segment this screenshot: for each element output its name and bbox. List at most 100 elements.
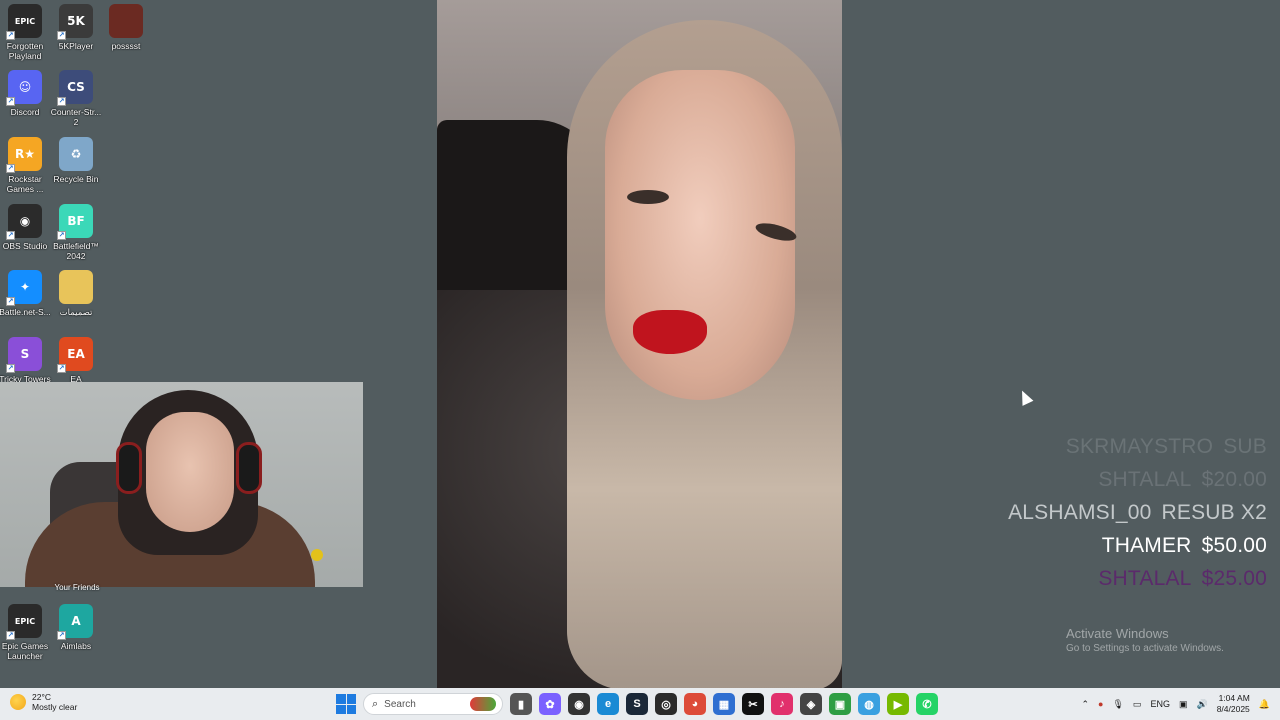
tiktok-icon[interactable]: ♪: [771, 693, 793, 715]
shortcut-arrow-icon: ↗: [57, 31, 66, 40]
edge-icon[interactable]: e: [597, 693, 619, 715]
alert-value: RESUB X2: [1161, 501, 1267, 524]
alert-row: SHTALAL $25.00: [1098, 562, 1267, 595]
status-dot: [311, 549, 323, 561]
5kplayer-icon: 5K ↗: [57, 4, 93, 40]
battlenet-icon: ✦ ↗: [6, 270, 42, 306]
tray-app-icon[interactable]: ●: [1098, 699, 1103, 709]
webcam-caption: Your Friends: [54, 583, 100, 592]
file-explorer-icon[interactable]: ▮: [510, 693, 532, 715]
copilot-icon[interactable]: ✿: [539, 693, 561, 715]
battlefield-icon: BF ↗: [57, 204, 93, 240]
aimlabs-icon: A ↗: [57, 604, 93, 640]
language-indicator[interactable]: ENG: [1150, 699, 1170, 709]
discord-icon: ☺ ↗: [6, 70, 42, 106]
clock[interactable]: 1:04 AM 8/4/2025: [1217, 693, 1250, 715]
activate-windows-watermark: Activate Windows Go to Settings to activ…: [1066, 626, 1224, 654]
tricky-towers-icon: S ↗: [6, 337, 42, 373]
rockstar-icon: R★ ↗: [6, 137, 42, 173]
shortcut-arrow-icon: ↗: [6, 31, 15, 40]
notification-bell-icon[interactable]: 🔔: [1259, 699, 1270, 710]
desktop-icon-label: Epic Games Launcher: [1, 641, 49, 661]
shortcut-arrow-icon: ↗: [57, 97, 66, 106]
weather-desc: Mostly clear: [32, 702, 78, 712]
desktop-icon-label: posssst: [111, 41, 141, 51]
desktop-icon-label: تصميمات: [59, 307, 93, 317]
desktop-icon-label: Rockstar Games ...: [6, 174, 44, 194]
microphone-icon[interactable]: 🎙: [1112, 699, 1123, 710]
alert-name: SHTALAL: [1098, 567, 1192, 590]
nvidia-icon[interactable]: ▶: [887, 693, 909, 715]
desktop-icon-label: Aimlabs: [60, 641, 92, 651]
image-file-icon: [109, 4, 143, 38]
monitor-icon[interactable]: ▭: [1133, 699, 1142, 710]
desktop-icon[interactable]: ♻ Recycle Bin: [45, 137, 107, 184]
shortcut-arrow-icon: ↗: [6, 297, 15, 306]
taskbar: 22°C Mostly clear ⌕ Search ▮ ✿ ◉ e S ◎ ◕ ▦ ✂ ♪ ◈ ▣ ◍…: [0, 688, 1280, 720]
desktop-icon-label: Counter-Str... 2: [50, 107, 102, 127]
alert-row: SHTALAL $20.00: [1098, 463, 1267, 496]
desktop-icon-label: OBS Studio: [2, 241, 48, 251]
game-icon[interactable]: ◈: [800, 693, 822, 715]
desktop-icon-label: Battlefield™ 2042: [53, 241, 99, 261]
weather-widget[interactable]: 22°C Mostly clear: [10, 692, 77, 712]
folder-icon: [59, 270, 93, 304]
shortcut-arrow-icon: ↗: [57, 364, 66, 373]
steam-icon[interactable]: S: [626, 693, 648, 715]
activate-title: Activate Windows: [1066, 626, 1169, 641]
store-icon[interactable]: ▦: [713, 693, 735, 715]
shortcut-arrow-icon: ↗: [6, 364, 15, 373]
network-icon[interactable]: ▣: [1179, 699, 1188, 710]
desktop-icon[interactable]: BF ↗ Battlefield™ 2042: [45, 204, 107, 261]
alert-value: $25.00: [1201, 567, 1267, 590]
desktop-icon-label: Recycle Bin: [53, 174, 99, 184]
greenapp-icon[interactable]: ▣: [829, 693, 851, 715]
portrait-image: [437, 0, 842, 688]
start-button[interactable]: [336, 694, 356, 714]
alert-row: SKRMAYSTRO SUB: [1066, 430, 1267, 463]
chrome-icon[interactable]: ◕: [684, 693, 706, 715]
desktop-icon[interactable]: تصميمات: [45, 270, 107, 317]
alert-name: ALSHAMSI_00: [1008, 501, 1152, 524]
moon-sun-icon: [10, 694, 26, 710]
obs-taskbar-icon[interactable]: ◉: [568, 693, 590, 715]
ea-icon: EA ↗: [57, 337, 93, 373]
clock-time: 1:04 AM: [1218, 693, 1250, 703]
capcut-icon[interactable]: ✂: [742, 693, 764, 715]
whatsapp-icon[interactable]: ✆: [916, 693, 938, 715]
search-highlight-icon: [470, 697, 496, 711]
system-tray: ⌃ ● 🎙 ▭ ENG ▣ 🔊 1:04 AM 8/4/2025 🔔: [1082, 688, 1271, 720]
alert-name: SHTALAL: [1098, 468, 1192, 491]
search-placeholder: Search: [384, 698, 416, 710]
alert-value: $50.00: [1201, 534, 1267, 557]
desktop-icon[interactable]: EA ↗ EA: [45, 337, 107, 384]
shortcut-arrow-icon: ↗: [6, 97, 15, 106]
desktop-icon[interactable]: CS ↗ Counter-Str... 2: [45, 70, 107, 127]
recycle-bin-icon: ♻: [59, 137, 93, 171]
desktop-icon[interactable]: A ↗ Aimlabs: [45, 604, 107, 651]
volume-icon[interactable]: 🔊: [1196, 699, 1207, 710]
obs-icon: ◉ ↗: [6, 204, 42, 240]
mouse-cursor: [1016, 388, 1034, 406]
alert-value: $20.00: [1201, 468, 1267, 491]
desktop-icon[interactable]: posssst: [95, 4, 157, 51]
counter-strike-icon: CS ↗: [57, 70, 93, 106]
taskbar-search[interactable]: ⌕ Search: [363, 693, 503, 715]
clock-date: 8/4/2025: [1216, 704, 1250, 714]
shortcut-arrow-icon: ↗: [6, 164, 15, 173]
search-icon: ⌕: [372, 697, 379, 710]
stream-alerts: SKRMAYSTRO SUB SHTALAL $20.00 ALSHAMSI_00 RES…: [1008, 430, 1267, 595]
alert-name: SKRMAYSTRO: [1065, 435, 1214, 458]
epic-launcher-icon: EPIC ↗: [6, 604, 42, 640]
blueapp-icon[interactable]: ◍: [858, 693, 880, 715]
activate-subtitle: Go to Settings to activate Windows.: [1066, 643, 1224, 654]
chevron-up-icon[interactable]: ⌃: [1082, 699, 1090, 710]
shortcut-arrow-icon: ↗: [6, 631, 15, 640]
webcam-overlay: [0, 382, 363, 587]
alert-name: THAMER: [1101, 534, 1192, 557]
desktop-icon-label: Battle.net-S...: [0, 307, 51, 317]
record-icon[interactable]: ◎: [655, 693, 677, 715]
epic-games-icon: EPIC ↗: [6, 4, 42, 40]
alert-value: SUB: [1223, 435, 1267, 458]
desktop-icon-label: 5KPlayer: [58, 41, 94, 51]
